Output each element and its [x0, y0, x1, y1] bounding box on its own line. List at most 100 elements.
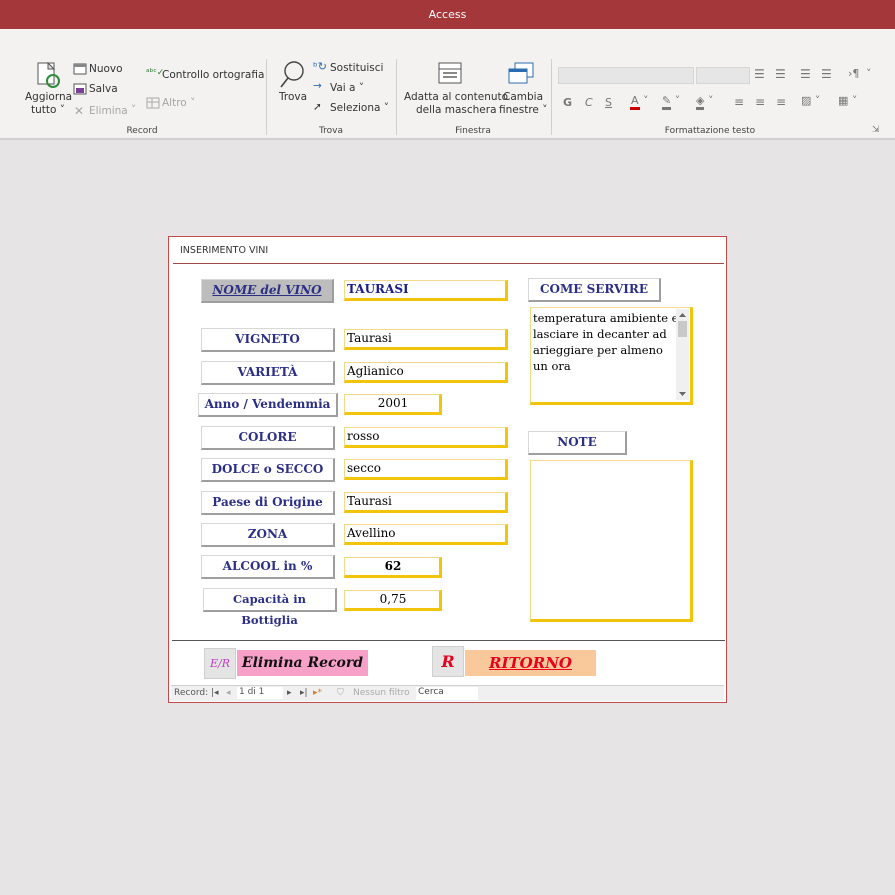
label-nome-vino: NOME del VINO — [201, 279, 334, 303]
more-button[interactable]: Altro ˅ — [162, 97, 195, 109]
dialog-launcher-icon[interactable]: ⇲ — [872, 125, 880, 135]
field-come-servire[interactable]: temperatura amibiente e lasciare in deca… — [530, 307, 693, 405]
paragraph-dropdown-icon[interactable]: ˅ — [866, 67, 872, 80]
field-vigneto[interactable]: Taurasi — [344, 329, 508, 350]
search-icon — [280, 61, 304, 88]
field-anno-vendemmia[interactable]: 2001 — [344, 394, 442, 415]
field-paese-origine[interactable]: Taurasi — [344, 492, 508, 513]
font-color-icon[interactable]: A ˅ — [630, 94, 649, 110]
ribbon-separator — [266, 59, 267, 135]
come-servire-text: temperatura amibiente e lasciare in deca… — [533, 311, 679, 373]
delete-record-icon-button[interactable]: E/R — [204, 648, 236, 679]
goto-button[interactable]: Vai a ˅ — [330, 82, 364, 94]
form-divider — [173, 263, 724, 264]
switch-windows-button[interactable]: Cambia — [503, 91, 543, 103]
ribbon-border — [0, 138, 895, 140]
align-left-icon[interactable]: ≡ — [734, 95, 744, 109]
align-center-icon[interactable]: ≡ — [755, 95, 765, 109]
bullets-icon[interactable]: ☰ — [754, 67, 765, 81]
previous-record-icon[interactable]: ◂ — [226, 688, 231, 698]
bold-button[interactable]: G — [563, 96, 572, 109]
record-label: Record: — [174, 688, 209, 698]
label-varieta: VARIETÀ — [201, 361, 335, 385]
label-zona: ZONA — [201, 523, 335, 547]
background-image-icon[interactable]: ▨ ˅ — [801, 94, 820, 107]
save-record-button[interactable]: Salva — [89, 83, 118, 95]
font-name-combo[interactable] — [558, 67, 694, 84]
select-cursor-icon: ➚ — [313, 101, 322, 113]
field-zona[interactable]: Avellino — [344, 524, 508, 545]
paragraph-direction-icon[interactable]: ›¶ — [848, 67, 859, 80]
table-more-icon — [146, 97, 160, 109]
find-button[interactable]: Trova — [279, 91, 307, 103]
highlight-icon[interactable]: ✎ ˅ — [662, 94, 680, 110]
select-button[interactable]: Seleziona ˅ — [330, 102, 389, 114]
ribbon-separator — [396, 59, 397, 135]
field-alcool[interactable]: 62 — [344, 557, 442, 578]
memo-scrollbar[interactable] — [676, 309, 689, 400]
label-note: NOTE — [528, 431, 627, 455]
refresh-all-icon — [37, 62, 60, 88]
ribbon: Aggiorna tutto ˅ Nuovo Salva ✕ Elimina ˅… — [0, 29, 895, 139]
delete-record-button[interactable]: Elimina — [89, 105, 128, 117]
refresh-all-dropdown[interactable]: tutto ˅ — [31, 104, 65, 116]
form-title: INSERIMENTO VINI — [180, 245, 269, 256]
field-capacita[interactable]: 0,75 — [344, 590, 442, 611]
label-capacita: Capacità in Bottiglia — [203, 588, 337, 627]
last-record-icon[interactable]: ▸| — [300, 688, 308, 698]
italic-button[interactable]: C — [585, 96, 593, 109]
label-vigneto: VIGNETO — [201, 328, 335, 352]
return-icon-button[interactable]: R — [432, 646, 464, 677]
title-bar: Access — [0, 0, 895, 29]
label-colore: COLORE — [201, 426, 335, 450]
first-record-icon[interactable]: |◂ — [211, 688, 219, 698]
gridlines-icon[interactable]: ▦ ˅ — [838, 94, 857, 107]
label-alcool: ALCOOL in % — [201, 555, 335, 579]
label-anno-vendemmia: Anno / Vendemmia — [198, 393, 338, 417]
field-nome-vino[interactable]: TAURASI — [344, 280, 508, 301]
align-right-icon[interactable]: ≡ — [776, 95, 786, 109]
new-record-icon — [73, 63, 87, 75]
refresh-all-button[interactable]: Aggiorna — [25, 91, 72, 103]
save-record-icon — [73, 83, 87, 95]
ribbon-separator — [551, 59, 552, 135]
fit-form-icon — [438, 62, 462, 84]
window-group-label: Finestra — [455, 126, 491, 136]
underline-button[interactable]: S — [605, 96, 612, 109]
indent-icon[interactable]: ☰ — [800, 67, 811, 81]
font-size-combo[interactable] — [696, 67, 750, 84]
find-group-label: Trova — [318, 126, 344, 136]
field-note[interactable] — [530, 460, 693, 622]
new-blank-record-icon[interactable]: ▸* — [313, 688, 322, 698]
filter-status[interactable]: Nessun filtro — [353, 688, 410, 698]
record-position-input[interactable]: 1 di 1 — [237, 687, 283, 699]
return-button[interactable]: RITORNO — [465, 650, 596, 676]
fill-color-icon[interactable]: ◈ ˅ — [696, 94, 713, 110]
new-record-button[interactable]: Nuovo — [89, 63, 123, 75]
replace-button[interactable]: Sostituisci — [330, 62, 383, 74]
window-title: Access — [428, 8, 467, 21]
delete-icon: ✕ — [74, 104, 85, 118]
fit-form-label-2: della maschera — [416, 104, 497, 116]
field-colore[interactable]: rosso — [344, 427, 508, 448]
outdent-icon[interactable]: ☰ — [821, 67, 832, 81]
label-come-servire: COME SERVIRE — [528, 278, 661, 302]
switch-windows-dropdown[interactable]: finestre ˅ — [499, 104, 547, 116]
search-box[interactable]: Cerca — [416, 687, 478, 700]
record-group-label: Record — [126, 126, 158, 136]
wine-entry-form: INSERIMENTO VINI NOME del VINO TAURASI V… — [168, 236, 727, 703]
replace-icon: ᵇ↻ — [313, 60, 327, 73]
field-varieta[interactable]: Aglianico — [344, 362, 508, 383]
fit-form-button[interactable]: Adatta al contenuto — [404, 91, 508, 103]
next-record-icon[interactable]: ▸ — [287, 688, 292, 698]
filter-icon: ⛉ — [337, 688, 344, 698]
label-dolce-secco: DOLCE o SECCO — [201, 458, 335, 482]
text-formatting-group-label: Formattazione testo — [664, 126, 756, 136]
spelling-button[interactable]: Controllo ortografia — [162, 69, 264, 81]
field-dolce-secco[interactable]: secco — [344, 459, 508, 480]
delete-record-button[interactable]: Elimina Record — [237, 650, 368, 676]
label-paese-origine: Paese di Origine — [201, 491, 335, 515]
numbering-icon[interactable]: ☰ — [775, 67, 786, 81]
goto-arrow-icon: → — [313, 80, 322, 92]
delete-dropdown-icon[interactable]: ˅ — [131, 104, 136, 116]
